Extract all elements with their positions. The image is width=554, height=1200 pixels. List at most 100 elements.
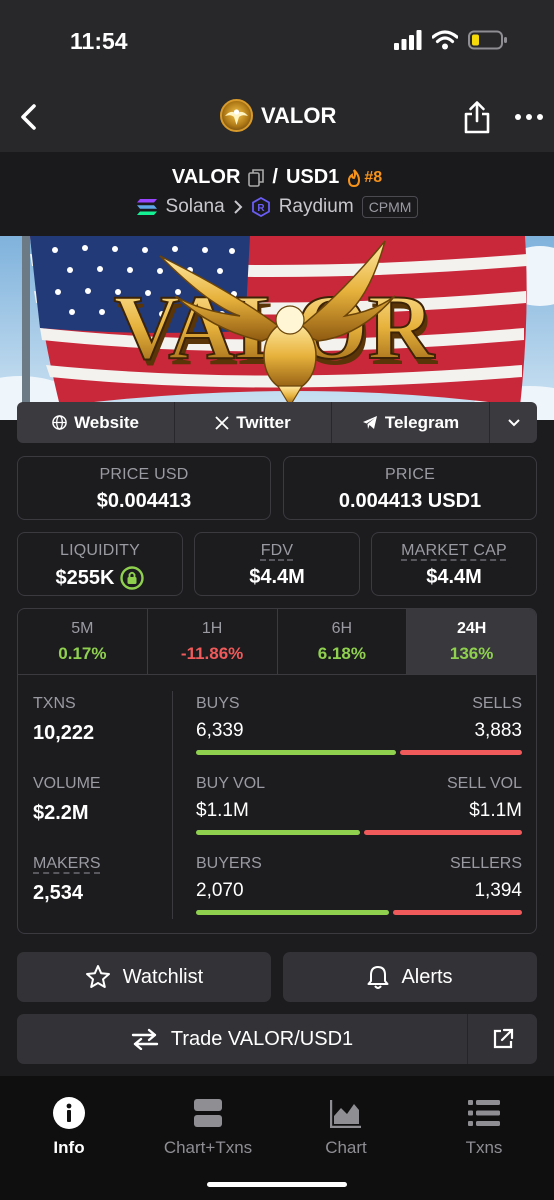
back-chevron-icon[interactable] xyxy=(14,100,48,134)
fdv-card[interactable]: FDV $4.4M xyxy=(194,532,360,596)
website-link[interactable]: Website xyxy=(17,402,175,443)
market-cap-card[interactable]: MARKET CAP $4.4M xyxy=(371,532,537,596)
chain-name[interactable]: Solana xyxy=(166,196,225,218)
home-indicator xyxy=(207,1182,347,1187)
telegram-icon xyxy=(362,416,377,429)
tab-5m-label: 5M xyxy=(71,620,94,637)
pair-line: VALOR / USD1 #8 xyxy=(0,166,554,189)
watchlist-label: Watchlist xyxy=(122,965,204,988)
txns-label: TXNS xyxy=(33,695,76,712)
tab-txns-label: Txns xyxy=(465,1138,503,1157)
tab-txns[interactable]: Txns xyxy=(429,1096,539,1158)
tab-24h-label: 24H xyxy=(456,620,487,637)
fdv-label: FDV xyxy=(260,542,294,559)
tab-1h-change: -11.86% xyxy=(180,644,244,663)
buyers-bar xyxy=(196,910,390,915)
chevron-right-icon xyxy=(233,200,243,214)
liquidity-value: $255K xyxy=(55,566,115,589)
lock-icon xyxy=(120,566,145,590)
bell-icon xyxy=(367,966,389,989)
price-value: 0.004413 USD1 xyxy=(338,490,482,512)
timeframe-tabs: 5M 0.17% 1H -11.86% 6H 6.18% 24H 136% xyxy=(18,609,536,675)
liquidity-card[interactable]: LIQUIDITY $255K xyxy=(17,532,183,596)
pair-separator: / xyxy=(272,166,278,188)
pair-base: VALOR xyxy=(171,166,241,188)
sells-value: 3,883 xyxy=(474,720,522,741)
sells-bar xyxy=(399,750,522,755)
raydium-logo-icon: R xyxy=(251,197,270,217)
chart-txns-icon xyxy=(194,1099,222,1127)
buy-sell-volume-bar xyxy=(196,830,522,835)
tab-chart-txns[interactable]: Chart+Txns xyxy=(153,1096,263,1158)
swap-arrows-icon xyxy=(131,1028,159,1050)
x-logo-icon xyxy=(215,415,229,430)
tab-1h[interactable]: 1H -11.86% xyxy=(148,609,278,674)
tab-6h[interactable]: 6H 6.18% xyxy=(278,609,408,674)
tab-info[interactable]: Info xyxy=(14,1096,124,1158)
eagle-icon xyxy=(225,109,248,125)
trade-button[interactable]: Trade VALOR/USD1 xyxy=(17,1014,467,1064)
buys-bar xyxy=(196,750,396,755)
cellular-signal-icon xyxy=(394,30,422,50)
pair-quote: USD1 xyxy=(285,166,340,188)
website-label: Website xyxy=(74,412,139,432)
chain-line: Solana R Raydium CPMM xyxy=(0,196,554,218)
buyers-sellers-bar xyxy=(196,910,522,915)
share-icon[interactable] xyxy=(462,100,492,134)
svg-text:R: R xyxy=(257,203,265,214)
sellers-value: 1,394 xyxy=(474,880,522,901)
wifi-icon xyxy=(432,30,458,50)
more-links-dropdown[interactable] xyxy=(490,402,537,443)
tab-chart-txns-label: Chart+Txns xyxy=(163,1138,253,1157)
twitter-label: Twitter xyxy=(236,412,291,432)
volume-value: $2.2M xyxy=(33,802,89,824)
external-link-icon xyxy=(493,1028,513,1049)
status-bar: 11:54 xyxy=(0,0,554,82)
status-icons xyxy=(394,30,508,50)
market-cap-value: $4.4M xyxy=(426,566,482,588)
tab-chart-label: Chart xyxy=(325,1138,367,1157)
battery-icon xyxy=(468,30,507,50)
fdv-value: $4.4M xyxy=(249,566,305,588)
rank-value: #8 xyxy=(364,168,383,186)
makers-label: MAKERS xyxy=(33,855,101,872)
volume-label: VOLUME xyxy=(33,775,101,792)
buy-vol-value: $1.1M xyxy=(196,800,249,821)
telegram-label: Telegram xyxy=(384,412,460,432)
alerts-label: Alerts xyxy=(401,965,453,988)
tab-6h-change: 6.18% xyxy=(317,644,366,663)
buys-sells-bar xyxy=(196,750,522,755)
trade-external-button[interactable] xyxy=(467,1014,537,1064)
txns-metric: TXNS 10,222 xyxy=(33,695,94,745)
chart-icon xyxy=(330,1100,361,1128)
banner-artwork: VALOR VALOR xyxy=(0,236,554,420)
buyers-sellers-block: BUYERS SELLERS 2,070 1,394 xyxy=(196,855,522,915)
buy-sell-volume-block: BUY VOL SELL VOL $1.1M $1.1M xyxy=(196,775,522,835)
tab-24h[interactable]: 24H 136% xyxy=(407,609,536,674)
solana-logo-icon xyxy=(136,199,157,215)
telegram-link[interactable]: Telegram xyxy=(332,402,490,443)
trade-bar: Trade VALOR/USD1 xyxy=(17,1014,537,1064)
volume-metric: VOLUME $2.2M xyxy=(33,775,101,825)
sellers-label: SELLERS xyxy=(449,855,522,872)
tab-5m[interactable]: 5M 0.17% xyxy=(18,609,148,674)
watchlist-button[interactable]: Watchlist xyxy=(17,952,271,1002)
liquidity-value-row: $255K xyxy=(18,566,182,590)
status-time: 11:54 xyxy=(70,28,128,54)
copy-icon[interactable] xyxy=(248,168,265,187)
more-options-icon[interactable] xyxy=(514,112,544,122)
nav-title: VALOR xyxy=(261,102,337,128)
trade-label: Trade VALOR/USD1 xyxy=(170,1027,354,1050)
pool-type-badge: CPMM xyxy=(361,196,419,218)
token-logo xyxy=(220,99,253,132)
price-usd-label: PRICE USD xyxy=(99,466,189,483)
tab-chart[interactable]: Chart xyxy=(291,1096,401,1158)
liquidity-label: LIQUIDITY xyxy=(59,542,141,559)
dex-name[interactable]: Raydium xyxy=(279,196,354,218)
buys-value: 6,339 xyxy=(196,720,244,741)
buyers-value: 2,070 xyxy=(196,880,244,901)
sellers-bar xyxy=(393,910,522,915)
price-usd-card: PRICE USD $0.004413 xyxy=(17,456,271,520)
twitter-link[interactable]: Twitter xyxy=(175,402,332,443)
alerts-button[interactable]: Alerts xyxy=(283,952,537,1002)
